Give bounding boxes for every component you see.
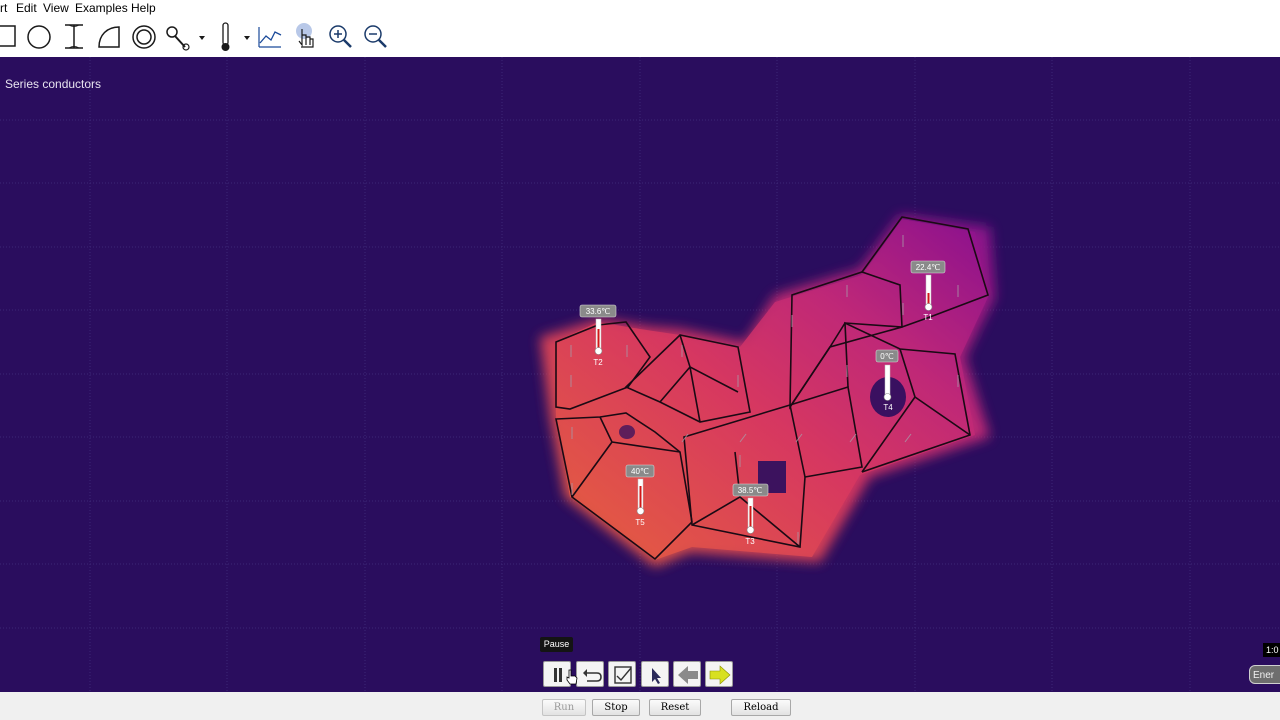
toolbar [0, 17, 1280, 58]
thermometer-t4[interactable]: 0℃ T4 [875, 349, 899, 412]
rectangle-tool-icon[interactable] [0, 17, 20, 57]
chevron-down-icon[interactable] [241, 17, 253, 57]
chevron-down-icon[interactable] [196, 17, 208, 57]
thermometer-t3[interactable]: 38.5℃ T3 [732, 483, 769, 546]
hand-cursor-icon [566, 669, 578, 685]
snapshot-button[interactable] [608, 661, 636, 687]
reset-button[interactable]: Reset [649, 699, 701, 716]
thermometer-t4-label: T4 [883, 403, 893, 412]
pause-tooltip: Pause [540, 637, 573, 652]
zoom-out-icon[interactable] [361, 17, 389, 57]
thermometer-t4-reading: 0℃ [880, 352, 893, 361]
thermometer-t3-label: T3 [745, 537, 755, 546]
thermometer-t1-label: T1 [923, 313, 933, 322]
scale-indicator: 1:0 [1263, 643, 1280, 657]
bottom-bar: Run Stop Reset Reload [0, 692, 1280, 720]
thermometer-t5-label: T5 [635, 518, 645, 527]
ring-tool-icon[interactable] [130, 17, 158, 57]
menu-examples[interactable]: Examples [75, 1, 128, 15]
heliostat-tool-icon[interactable] [163, 17, 193, 57]
graph-tool-icon[interactable] [256, 17, 284, 57]
simulation-canvas[interactable]: Series conductors 22.4℃ T1 33.6℃ T2 38.5… [0, 57, 1280, 692]
energy-button[interactable]: Ener [1249, 665, 1280, 684]
stop-button[interactable]: Stop [592, 699, 640, 716]
curve-tool-icon[interactable] [95, 17, 123, 57]
thermometer-t2-label: T2 [593, 358, 603, 367]
back-arrow-button[interactable] [673, 661, 701, 687]
ellipse-tool-icon[interactable] [25, 17, 53, 57]
reload-button[interactable]: Reload [731, 699, 791, 716]
thermometer-tool-icon[interactable] [212, 17, 240, 57]
thermometer-t2-reading: 33.6℃ [586, 307, 611, 316]
menu-help[interactable]: Help [131, 1, 156, 15]
run-button[interactable]: Run [542, 699, 586, 716]
thermometer-t5-reading: 40℃ [631, 467, 649, 476]
menu-edit[interactable]: Edit [16, 1, 37, 15]
thermometer-t1-reading: 22.4℃ [916, 263, 941, 272]
thermometer-t1[interactable]: 22.4℃ T1 [910, 260, 946, 322]
select-cursor-button[interactable] [641, 661, 669, 687]
text-tool-icon[interactable] [60, 17, 88, 57]
thermometer-t5[interactable]: 40℃ T5 [625, 464, 655, 527]
thermometer-t2[interactable]: 33.6℃ T2 [579, 304, 617, 367]
forward-arrow-button[interactable] [705, 661, 733, 687]
thermometers-layer: 22.4℃ T1 33.6℃ T2 38.5℃ T3 0℃ T4 40℃ T5 [579, 260, 946, 546]
heat-flux-tool-icon[interactable] [291, 17, 321, 57]
menu-view[interactable]: View [43, 1, 69, 15]
thermometer-t3-reading: 38.5℃ [738, 486, 763, 495]
zoom-in-icon[interactable] [326, 17, 354, 57]
reset-view-button[interactable] [576, 661, 604, 687]
menu-insert[interactable]: rt [0, 1, 7, 15]
menu-bar: rt Edit View Examples Help [0, 0, 1280, 17]
